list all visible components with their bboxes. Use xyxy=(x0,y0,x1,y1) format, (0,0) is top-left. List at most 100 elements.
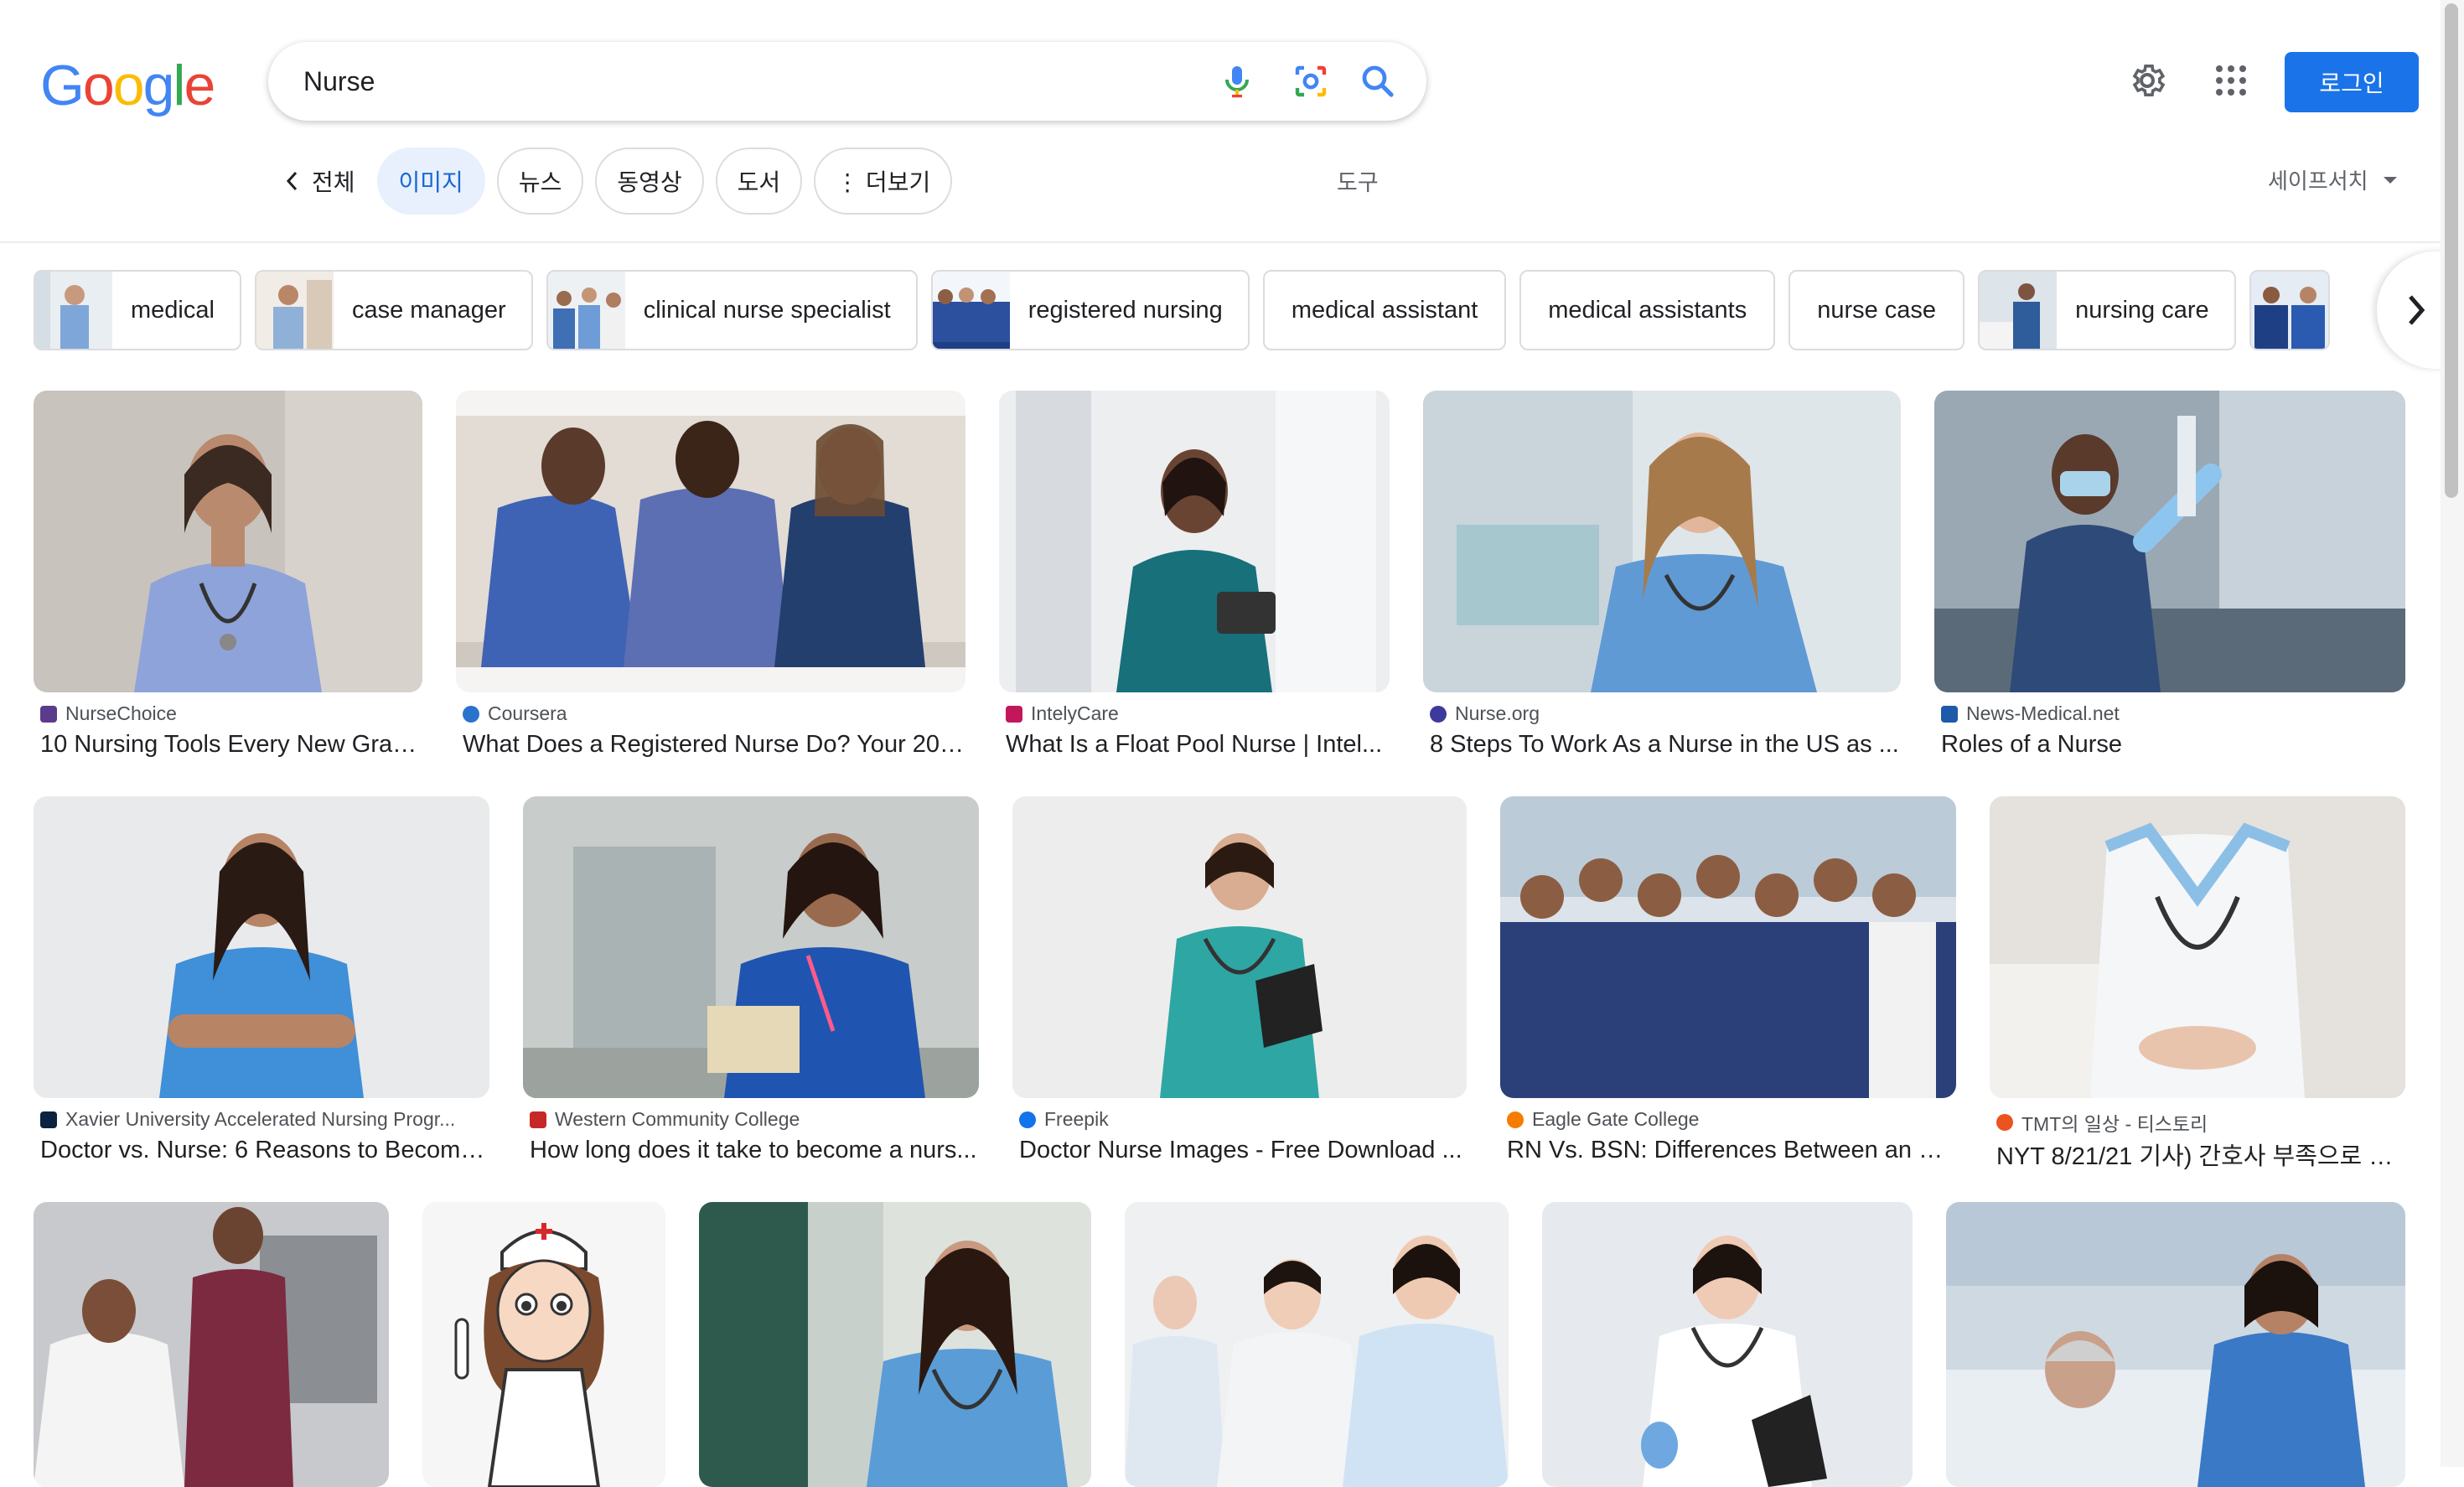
result-title[interactable]: What Does a Registered Nurse Do? Your 20… xyxy=(463,731,965,759)
google-logo[interactable]: G o o g l e xyxy=(40,54,216,117)
mic-icon[interactable] xyxy=(1217,61,1257,101)
result-title[interactable]: What Is a Float Pool Nurse | Intel... xyxy=(1006,731,1390,759)
result-title[interactable]: NYT 8/21/21 기사) 간호사 부족으로 위... xyxy=(1996,1137,2405,1172)
result-source[interactable]: Western Community College xyxy=(530,1108,800,1131)
logo-letter: o xyxy=(82,54,115,117)
result-source-name: Western Community College xyxy=(555,1108,800,1130)
result-source-name: Xavier University Accelerated Nursing Pr… xyxy=(65,1108,456,1130)
site-favicon-icon xyxy=(1006,705,1022,723)
tab-news[interactable]: 뉴스 xyxy=(496,148,584,215)
tab-books[interactable]: 도서 xyxy=(715,148,803,215)
chip-label: medical assistant xyxy=(1291,296,1478,324)
result-image[interactable] xyxy=(1500,796,1956,1098)
result-source[interactable]: Freepik xyxy=(1019,1108,1109,1131)
chip-thumbnail xyxy=(35,272,112,349)
search-type-tabs: 전체 이미지 뉴스 동영상 도서 ⋮ 더보기 xyxy=(277,148,964,215)
chip-label: registered nursing xyxy=(1028,296,1223,324)
search-box[interactable]: Nurse xyxy=(268,42,1426,121)
tab-videos[interactable]: 동영상 xyxy=(595,148,704,215)
chip-thumbnail xyxy=(547,272,625,349)
chip-thumbnail xyxy=(2250,272,2328,349)
result-image[interactable] xyxy=(34,1202,389,1487)
site-favicon-icon xyxy=(40,705,57,723)
chip-label: nursing care xyxy=(2075,296,2209,324)
result-source-name: Eagle Gate College xyxy=(1532,1108,1700,1130)
result-image[interactable] xyxy=(1423,391,1901,692)
chip-medical-assistant[interactable]: medical assistant xyxy=(1262,270,1507,350)
tab-all-label: 전체 xyxy=(312,169,355,195)
result-image[interactable] xyxy=(699,1202,1091,1487)
chip-label: clinical nurse specialist xyxy=(643,296,891,324)
result-image[interactable] xyxy=(1542,1202,1913,1487)
result-source[interactable]: Coursera xyxy=(463,702,567,725)
result-source[interactable]: TMT의 일상 - 티스토리 xyxy=(1996,1108,2208,1137)
result-title[interactable]: Roles of a Nurse xyxy=(1941,731,2405,759)
result-image[interactable] xyxy=(523,796,979,1098)
result-source-name: News-Medical.net xyxy=(1966,702,2120,724)
chip-nurse-case[interactable]: nurse case xyxy=(1788,270,1965,350)
result-image[interactable] xyxy=(1125,1202,1509,1487)
result-source[interactable]: Eagle Gate College xyxy=(1507,1108,1699,1131)
tab-images[interactable]: 이미지 xyxy=(376,148,485,215)
chip-case-manager[interactable]: case manager xyxy=(254,270,533,350)
search-input[interactable]: Nurse xyxy=(303,42,375,121)
chip-label: nurse case xyxy=(1817,296,1937,324)
result-image[interactable] xyxy=(34,796,489,1098)
result-image[interactable] xyxy=(1990,796,2405,1098)
result-title[interactable]: RN Vs. BSN: Differences Between an R... xyxy=(1507,1137,1956,1164)
login-button[interactable]: 로그인 xyxy=(2285,52,2419,112)
result-source-name: Nurse.org xyxy=(1455,702,1540,724)
chip-nursing-care[interactable]: nursing care xyxy=(1978,270,2236,350)
logo-letter: G xyxy=(40,54,85,117)
chip-registered-nursing[interactable]: registered nursing xyxy=(930,270,1250,350)
chip-label: medical assistants xyxy=(1548,296,1747,324)
result-image[interactable] xyxy=(1934,391,2405,692)
result-image[interactable] xyxy=(1946,1202,2405,1487)
result-source[interactable]: News-Medical.net xyxy=(1941,702,2120,725)
caret-down-icon xyxy=(2383,176,2397,184)
header-divider xyxy=(0,241,2447,243)
result-source[interactable]: IntelyCare xyxy=(1006,702,1119,725)
result-source-name: IntelyCare xyxy=(1031,702,1119,724)
scrollbar-thumb[interactable] xyxy=(2445,3,2458,498)
settings-gear-icon[interactable] xyxy=(2127,60,2167,101)
chevron-left-icon xyxy=(286,171,298,191)
tools-button[interactable]: 도구 xyxy=(1337,164,1379,197)
result-image[interactable] xyxy=(456,391,965,692)
chip-medical[interactable]: medical xyxy=(34,270,241,350)
related-chips: medical case manager clinical nurse spec… xyxy=(34,270,2464,350)
site-favicon-icon xyxy=(1019,1111,1036,1128)
logo-letter: e xyxy=(184,54,216,117)
result-source[interactable]: NurseChoice xyxy=(40,702,177,725)
result-image[interactable] xyxy=(999,391,1390,692)
result-image[interactable] xyxy=(34,391,422,692)
result-title[interactable]: Doctor vs. Nurse: 6 Reasons to Become... xyxy=(40,1137,489,1164)
chevron-right-icon xyxy=(2409,295,2425,325)
site-favicon-icon xyxy=(1941,705,1958,723)
result-title[interactable]: 8 Steps To Work As a Nurse in the US as … xyxy=(1430,731,1901,759)
chip-thumbnail xyxy=(1980,272,2058,349)
result-source[interactable]: Xavier University Accelerated Nursing Pr… xyxy=(40,1108,455,1131)
result-image[interactable] xyxy=(422,1202,665,1487)
result-image[interactable] xyxy=(1012,796,1467,1098)
chip-medical-assistants[interactable]: medical assistants xyxy=(1519,270,1776,350)
site-favicon-icon xyxy=(530,1111,546,1128)
result-title[interactable]: 10 Nursing Tools Every New Grad... xyxy=(40,731,422,759)
site-favicon-icon xyxy=(463,705,479,723)
tab-more[interactable]: ⋮ 더보기 xyxy=(814,148,953,215)
logo-letter: g xyxy=(142,54,175,117)
site-favicon-icon xyxy=(40,1111,57,1128)
apps-grid-icon[interactable] xyxy=(2211,60,2251,101)
tab-all[interactable]: 전체 xyxy=(277,148,372,215)
result-source-name: TMT의 일상 - 티스토리 xyxy=(2021,1113,2208,1135)
search-icon[interactable] xyxy=(1358,61,1398,101)
chip-clinical-nurse-specialist[interactable]: clinical nurse specialist xyxy=(546,270,918,350)
result-title[interactable]: Doctor Nurse Images - Free Download ... xyxy=(1019,1137,1467,1164)
safesearch-dropdown[interactable]: 세이프서치 xyxy=(2268,164,2399,195)
result-title[interactable]: How long does it take to become a nurs..… xyxy=(530,1137,979,1164)
chip-more-thumbnail[interactable] xyxy=(2249,270,2330,350)
lens-icon[interactable] xyxy=(1291,61,1331,101)
result-source[interactable]: Nurse.org xyxy=(1430,702,1540,725)
chip-thumbnail xyxy=(932,272,1010,349)
site-favicon-icon xyxy=(1507,1111,1524,1128)
